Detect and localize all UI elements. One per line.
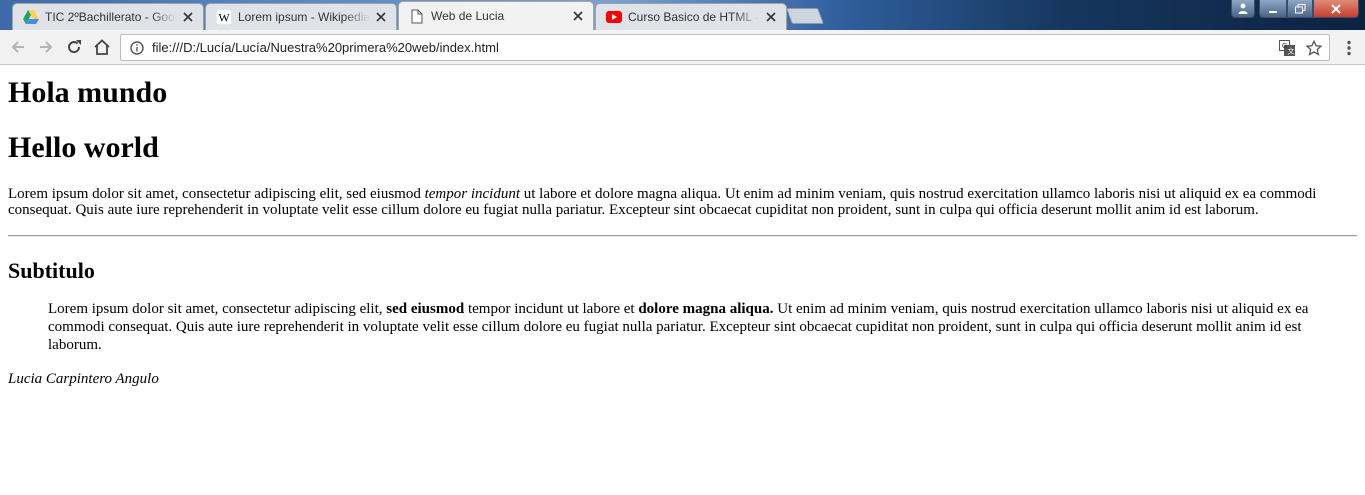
translate-icon[interactable]: G文 [1275,36,1299,60]
horizontal-rule [8,235,1357,237]
close-tab-icon[interactable] [181,10,195,24]
heading-hello-world: Hello world [8,131,159,164]
tab-title: Web de Lucia [431,9,505,23]
reload-icon [68,40,81,54]
home-icon [94,39,110,55]
close-tab-icon[interactable] [764,10,778,24]
quote-text: tempor incidunt ut labore et [464,301,639,317]
minimize-icon [1269,10,1277,13]
close-icon [1331,3,1341,14]
quote-text: Lorem ipsum dolor sit amet, consectetur … [48,301,387,317]
minimize-button[interactable] [1259,0,1287,18]
youtube-icon [606,9,622,25]
maximize-button[interactable] [1287,0,1313,18]
three-dots-vertical-icon [1347,40,1351,55]
google-drive-icon [23,9,39,25]
back-arrow-icon [11,41,24,53]
forward-arrow-icon [40,41,53,53]
tab-curso-basico-html[interactable]: Curso Basico de HTML - Y [595,3,787,30]
close-tab-icon[interactable] [571,9,585,23]
heading-subtitulo: Subtitulo [8,258,95,283]
reload-button[interactable] [60,33,88,61]
tab-web-de-lucia[interactable]: Web de Lucia [398,1,594,30]
svg-text:文: 文 [1288,46,1295,55]
quote-bold-text: dolore magna aliqua. [638,301,774,317]
browser-toolbar: file:///D:/Lucía/Lucía/Nuestra%20primera… [0,30,1365,65]
paragraph-intro: Lorem ipsum dolor sit amet, consectetur … [8,186,1357,218]
user-profile-button[interactable] [1231,0,1255,18]
home-button[interactable] [88,33,116,61]
paragraph-italic-text: tempor incidunt [424,186,520,202]
browser-menu-button[interactable] [1339,34,1359,61]
tab-title: Curso Basico de HTML - Y [628,10,760,24]
document-icon [409,8,425,24]
author-signature: Lucia Carpintero Angulo [8,371,159,387]
tab-lorem-ipsum-wikipedia[interactable]: W Lorem ipsum - Wikipedia [205,3,397,30]
info-icon[interactable] [126,40,148,55]
address-bar[interactable]: file:///D:/Lucía/Lucía/Nuestra%20primera… [120,34,1330,61]
quote-bold-text: sed eiusmod [386,301,465,317]
close-window-button[interactable] [1313,0,1359,18]
tab-strip: TIC 2ºBachillerato - Goog W Lorem ipsum … [0,0,1365,30]
svg-text:W: W [218,11,230,25]
address-url[interactable]: file:///D:/Lucía/Lucía/Nuestra%20primera… [152,40,1275,55]
close-tab-icon[interactable] [374,10,388,24]
bookmark-star-icon[interactable] [1302,36,1326,60]
user-icon [1238,3,1248,14]
back-button[interactable] [4,33,32,61]
wikipedia-icon: W [216,9,232,25]
tab-title: Lorem ipsum - Wikipedia [238,10,370,24]
paragraph-text: Lorem ipsum dolor sit amet, consectetur … [8,186,425,202]
page-content: Hola mundo Hello world Lorem ipsum dolor… [0,66,1365,495]
restore-icon [1294,3,1305,13]
blockquote: Lorem ipsum dolor sit amet, consectetur … [48,300,1317,354]
forward-button[interactable] [32,33,60,61]
tab-title: TIC 2ºBachillerato - Goog [45,10,177,24]
tab-tic-bachillerato[interactable]: TIC 2ºBachillerato - Goog [12,3,204,30]
window-controls [1231,0,1359,18]
new-tab-button[interactable] [786,8,824,24]
heading-hola-mundo: Hola mundo [8,76,168,109]
